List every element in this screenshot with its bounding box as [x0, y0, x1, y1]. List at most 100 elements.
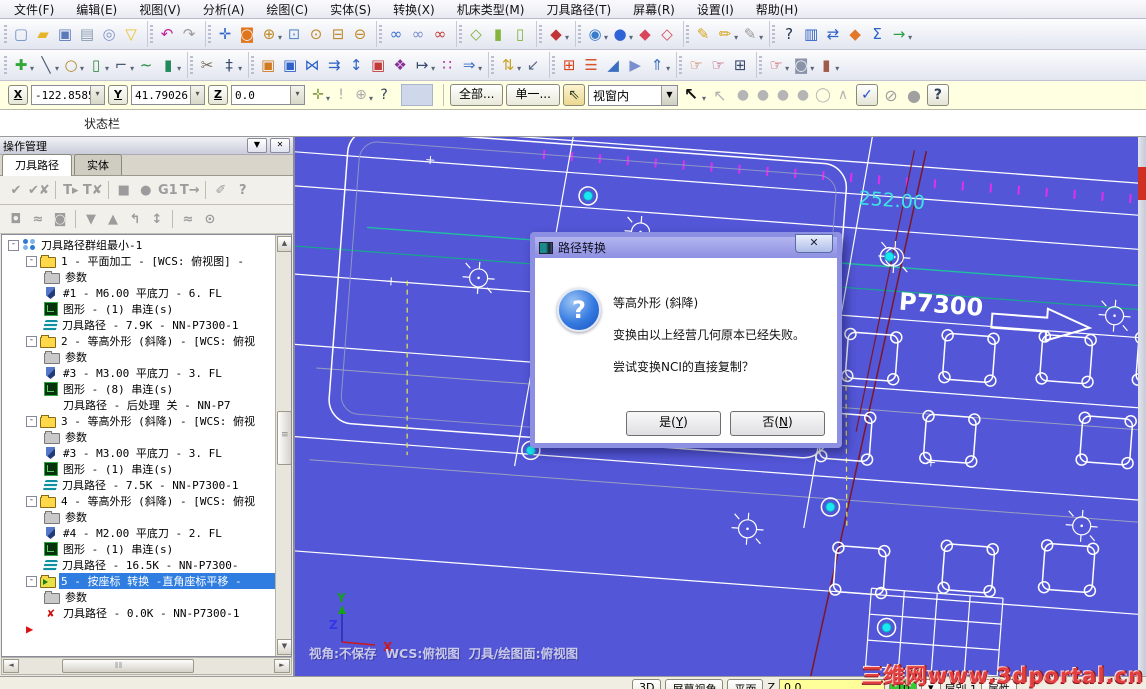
viewport-scroll-strip[interactable] — [1138, 137, 1146, 676]
no-button[interactable]: 否(N) — [730, 411, 825, 436]
create-line-icon[interactable]: ╲ — [35, 54, 57, 76]
create-point-icon[interactable]: ✚ — [10, 54, 32, 76]
tree-item-label[interactable]: 4 - 等高外形 (斜降) - [WCS: 俯视 — [59, 493, 257, 509]
x-axis-button[interactable]: X — [8, 85, 28, 105]
xform-translate-icon[interactable]: ▣ — [257, 54, 279, 76]
iso-view-icon[interactable]: ◇ — [465, 23, 487, 45]
lock-icon[interactable]: ◘ — [6, 209, 26, 229]
tree-item-label[interactable]: 刀具路径群组最小-1 — [39, 237, 144, 253]
insert-arrow-icon[interactable]: ↰ — [125, 209, 145, 229]
dropdown-caret-icon[interactable]: ▾ — [30, 64, 34, 73]
menu-item[interactable]: 刀具路径(T) — [536, 0, 621, 19]
regen-clear-icon[interactable]: ∞ — [429, 23, 451, 45]
tree-item[interactable]: 参数 — [2, 589, 276, 605]
cylinder-wire-icon[interactable]: ▯ — [509, 23, 531, 45]
dropdown-caret-icon[interactable]: ▾ — [604, 33, 608, 42]
toolpath-tree[interactable]: 刀具路径群组最小-11 - 平面加工 - [WCS: 俯视图] - 参数#1 -… — [2, 235, 276, 656]
analyze-angle-icon[interactable]: ◆ — [844, 23, 866, 45]
zoom-in-icon[interactable]: ⊕ — [258, 23, 280, 45]
tree-expander-icon[interactable] — [8, 239, 19, 251]
tree-item[interactable]: 刀具路径 - 后处理 关 - NN-P7 — [2, 397, 276, 413]
dialog-titlebar[interactable]: 路径转换 ✕ — [535, 234, 837, 258]
tree-item[interactable]: 刀具路径 - 7.5K - NN-P7300-1 — [2, 477, 276, 493]
tree-expander-icon[interactable] — [26, 255, 37, 267]
tree-item-label[interactable]: 图形 - (1) 串连(s) — [61, 461, 175, 477]
menu-item[interactable]: 转换(X) — [383, 0, 445, 19]
tree-item[interactable]: 图形 - (1) 串连(s) — [2, 461, 276, 477]
tree-item-label[interactable]: 刀具路径 - 7.5K - NN-P7300-1 — [60, 477, 240, 493]
xform-mirror-icon[interactable]: ⋈ — [301, 54, 323, 76]
tree-item[interactable]: 刀具路径 - 16.5K - NN-P7300- — [2, 557, 276, 573]
z-coordinate-value[interactable]: 0.0 — [232, 89, 290, 102]
tree-expander-icon[interactable] — [26, 335, 37, 347]
tree-item-label[interactable]: 刀具路径 - 7.9K - NN-P7300-1 — [60, 317, 240, 333]
machine-def-icon[interactable]: ▮ — [815, 54, 837, 76]
verify-icon[interactable]: ● — [136, 180, 156, 200]
tree-item[interactable]: 图形 - (1) 串连(s) — [2, 301, 276, 317]
tree-item[interactable]: 刀具路径 - 7.9K - NN-P7300-1 — [2, 317, 276, 333]
grid-lines-icon[interactable]: ☰ — [580, 54, 602, 76]
poly-2-icon[interactable]: ● — [753, 85, 773, 105]
ops-help-icon[interactable]: ? — [233, 180, 253, 200]
dropdown-caret-icon[interactable]: ▾ — [278, 33, 282, 42]
autocursor-icon[interactable]: ✛ — [308, 85, 328, 105]
prism-solid-icon[interactable]: ◆ — [634, 23, 656, 45]
prism-wire-icon[interactable]: ◇ — [656, 23, 678, 45]
trim-break-icon[interactable]: ✂ — [196, 54, 218, 76]
dropdown-caret-icon[interactable]: ▾ — [55, 64, 59, 73]
tree-horizontal-scrollbar[interactable]: ◄ ► — [1, 657, 292, 675]
dropdown-caret-icon[interactable]: ▾ — [105, 64, 109, 73]
create-rect-icon[interactable]: ▯ — [85, 54, 107, 76]
gview-cube-icon[interactable]: ◆ — [545, 23, 567, 45]
toggle-path-icon[interactable]: ≈ — [178, 209, 198, 229]
filter-icon[interactable]: ▽ — [120, 23, 142, 45]
menu-item[interactable]: 视图(V) — [129, 0, 191, 19]
selection-mode-dropdown-icon[interactable]: ▼ — [660, 85, 677, 105]
create-arc-icon[interactable]: ○ — [60, 54, 82, 76]
tree-vertical-scrollbar[interactable]: ▲ ▼ — [275, 235, 291, 656]
tree-item-label[interactable]: 3 - 等高外形 (斜降) - [WCS: 俯视 — [59, 413, 257, 429]
blank-shape-icon[interactable]: ◢ — [602, 54, 624, 76]
xform-array-icon[interactable]: ∷ — [436, 54, 458, 76]
shield-icon[interactable]: ◙ — [790, 54, 812, 76]
wireframe-icon[interactable]: ◉ — [584, 23, 606, 45]
tree-expander-icon[interactable] — [26, 495, 37, 507]
tree-item[interactable]: ✘ 刀具路径 - 0.0K - NN-P7300-1 — [2, 605, 276, 621]
pencil-icon[interactable]: ✎ — [692, 23, 714, 45]
create-fillet-icon[interactable]: ⌐ — [110, 54, 132, 76]
dropdown-caret-icon[interactable]: ▾ — [369, 94, 373, 103]
selection-mode-combo[interactable]: 视窗内 ▼ — [587, 84, 678, 106]
menu-item[interactable]: 文件(F) — [4, 0, 64, 19]
tree-item-label[interactable]: #3 - M3.00 平底刀 - 3. FL — [61, 445, 224, 461]
select-last-icon[interactable]: ⇖ — [562, 84, 585, 106]
dropdown-caret-icon[interactable]: ▾ — [810, 64, 814, 73]
tree-item[interactable]: ▶ — [2, 621, 276, 637]
poly-4-icon[interactable]: ● — [793, 85, 813, 105]
backplot-icon[interactable]: ■ — [114, 180, 134, 200]
bottombar-平面[interactable]: 平面 — [727, 679, 764, 689]
dropdown-caret-icon[interactable]: ▾ — [629, 33, 633, 42]
tree-item-label[interactable]: 2 - 等高外形 (斜降) - [WCS: 俯视 — [59, 333, 257, 349]
hand-1-icon[interactable]: ☞ — [685, 54, 707, 76]
rocket-icon[interactable]: ▶ — [624, 54, 646, 76]
new-file-icon[interactable]: ▢ — [10, 23, 32, 45]
tree-item-label[interactable]: 参数 — [63, 429, 89, 445]
tree-item-label[interactable]: 刀具路径 - 16.5K - NN-P7300- — [60, 557, 240, 573]
dropdown-caret-icon[interactable]: ▾ — [734, 33, 738, 42]
scroll-left-icon[interactable]: ◄ — [3, 659, 19, 673]
xform-copy-icon[interactable]: ▣ — [279, 54, 301, 76]
z-axis-button[interactable]: Z — [208, 85, 228, 105]
join-icon[interactable]: ‡ — [218, 54, 240, 76]
tree-expander-icon[interactable] — [26, 415, 37, 427]
menu-item[interactable]: 分析(A) — [193, 0, 255, 19]
scroll-insert-icon[interactable]: ↕ — [147, 209, 167, 229]
xform-offset-icon[interactable]: ⇉ — [323, 54, 345, 76]
menu-item[interactable]: 屏幕(R) — [623, 0, 685, 19]
tree-item[interactable]: 参数 — [2, 509, 276, 525]
y-dropdown-icon[interactable]: ▾ — [190, 86, 204, 104]
xform-project-icon[interactable]: ⇒ — [458, 54, 480, 76]
tree-item[interactable]: 3 - 等高外形 (斜降) - [WCS: 俯视 — [2, 413, 276, 429]
save-icon[interactable]: ▣ — [54, 23, 76, 45]
create-spline-icon[interactable]: ∼ — [135, 54, 157, 76]
regen-dirty-icon[interactable]: T✘ — [83, 180, 103, 200]
